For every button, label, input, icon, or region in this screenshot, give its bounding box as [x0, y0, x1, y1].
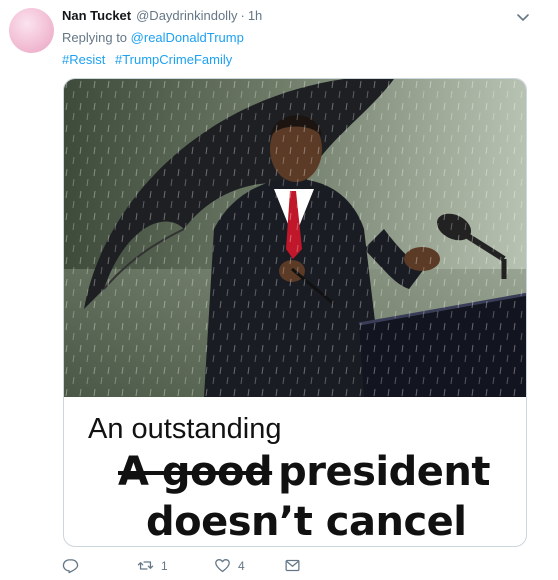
heart-icon: [215, 559, 230, 573]
reply-prefix: Replying to: [62, 30, 128, 45]
like-button[interactable]: 4: [214, 557, 245, 574]
envelope-icon: [285, 559, 300, 572]
tweet-actions: 1 4: [62, 557, 362, 577]
caption-line-1: An outstanding: [88, 413, 282, 445]
retweet-count: 1: [161, 558, 168, 573]
retweet-icon: [137, 561, 154, 570]
separator: ·: [240, 8, 245, 23]
meme-caption: An outstanding A good president doesn’t c…: [64, 397, 526, 546]
chevron-down-icon[interactable]: [515, 9, 531, 25]
tweet-header: Nan Tucket @Daydrinkindolly · 1h: [62, 8, 538, 26]
reply-context: Replying to @realDonaldTrump: [62, 30, 244, 45]
display-name[interactable]: Nan Tucket: [62, 8, 131, 23]
reply-button[interactable]: [62, 557, 86, 574]
caption-struck-text: A good: [118, 449, 273, 495]
avatar[interactable]: [9, 8, 54, 53]
reply-mention-link[interactable]: @realDonaldTrump: [131, 30, 244, 45]
tweet-text: #Resist #TrumpCrimeFamily: [62, 52, 238, 67]
user-handle[interactable]: @Daydrinkindolly: [136, 8, 237, 23]
hashtag-resist[interactable]: #Resist: [62, 52, 105, 67]
reply-icon: [62, 559, 79, 574]
timestamp[interactable]: 1h: [248, 8, 262, 23]
hashtag-trumpcrimefamily[interactable]: #TrumpCrimeFamily: [115, 52, 232, 67]
retweet-button[interactable]: 1: [137, 557, 168, 574]
caption-line-2: A good president: [118, 449, 490, 495]
like-count: 4: [238, 558, 245, 573]
photo-speaker-in-rain: [64, 79, 526, 397]
caption-line-3: doesn’t cancel: [146, 499, 467, 545]
caption-line-2-rest: president: [278, 449, 490, 495]
media-image[interactable]: An outstanding A good president doesn’t c…: [63, 78, 527, 547]
tweet[interactable]: Nan Tucket @Daydrinkindolly · 1h Replyin…: [0, 0, 558, 580]
direct-message-button[interactable]: [284, 557, 301, 574]
